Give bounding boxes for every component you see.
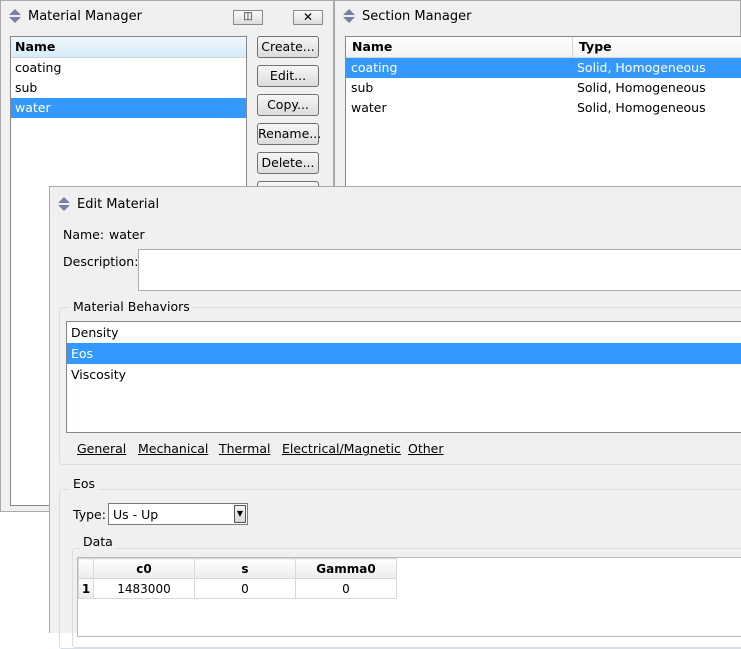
list-item[interactable]: coating [11, 58, 246, 78]
column-header-gamma0[interactable]: Gamma0 [295, 558, 397, 579]
window-title: Material Manager [28, 8, 142, 24]
edit-material-titlebar[interactable]: Edit Material [50, 187, 741, 221]
cell-c0[interactable]: 1483000 [93, 578, 195, 599]
type-select-value: Us - Up [113, 507, 159, 522]
rename-button[interactable]: Rename... [257, 123, 321, 145]
data-label: Data [80, 534, 116, 549]
cell-gamma0[interactable]: 0 [295, 578, 397, 599]
table-row[interactable]: coating Solid, Homogeneous [346, 58, 741, 78]
column-header-s[interactable]: s [194, 558, 296, 579]
tab-other-label: Other [408, 441, 444, 456]
tab-mechanical[interactable]: Mechanical [138, 441, 208, 456]
tab-electrical-magnetic[interactable]: Electrical/Magnetic [282, 441, 401, 456]
name-value: water [109, 227, 145, 242]
column-header-name[interactable]: Name [11, 37, 246, 58]
data-table[interactable]: c0 s Gamma0 1 1483000 0 0 [78, 558, 397, 599]
section-list[interactable]: Name Type coating Solid, Homogeneous sub… [345, 36, 741, 196]
edit-button[interactable]: Edit... [257, 65, 319, 87]
abaqus-arrows-icon [343, 9, 355, 23]
tab-thermal-label: Thermal [219, 441, 271, 456]
table-row[interactable]: water Solid, Homogeneous [346, 98, 741, 118]
close-button[interactable]: ✕ [293, 10, 323, 25]
row-header-corner [78, 558, 94, 579]
copy-button[interactable]: Copy... [257, 94, 319, 116]
delete-button[interactable]: Delete... [257, 152, 319, 174]
eos-label: Eos [70, 476, 99, 491]
table-row[interactable]: 1 1483000 0 0 [78, 578, 397, 599]
material-manager-titlebar[interactable]: Material Manager [1, 1, 333, 31]
section-type: Solid, Homogeneous [577, 100, 706, 115]
list-item[interactable]: water [11, 98, 246, 118]
abaqus-arrows-icon [58, 197, 70, 211]
tab-other[interactable]: Other [408, 441, 444, 456]
section-name: coating [351, 60, 398, 75]
name-label: Name: [63, 227, 105, 242]
tab-mechanical-label: Mechanical [138, 441, 209, 456]
column-header-type[interactable]: Type [573, 37, 612, 57]
restore-button[interactable]: ◫ [233, 10, 263, 25]
section-type: Solid, Homogeneous [577, 80, 706, 95]
dropdown-arrow-icon[interactable]: ▼ [234, 505, 246, 523]
section-manager-window: Section Manager Name Type coating Solid,… [334, 0, 741, 196]
close-icon: ✕ [302, 10, 314, 24]
column-header-name[interactable]: Name [346, 37, 573, 57]
description-field[interactable] [138, 249, 741, 291]
material-behaviors-label: Material Behaviors [70, 299, 193, 314]
section-manager-titlebar[interactable]: Section Manager [335, 1, 740, 31]
row-index: 1 [78, 578, 94, 599]
create-button[interactable]: Create... [257, 36, 319, 58]
list-item[interactable]: sub [11, 78, 246, 98]
tab-general[interactable]: General [77, 441, 126, 456]
tab-general-label: General [77, 441, 127, 456]
type-label: Type: [73, 507, 106, 522]
section-name: water [351, 100, 387, 115]
restore-icon: ◫ [243, 11, 253, 22]
list-item[interactable]: Eos [67, 343, 741, 364]
list-item[interactable]: Density [67, 322, 741, 343]
table-row[interactable]: sub Solid, Homogeneous [346, 78, 741, 98]
column-header-c0[interactable]: c0 [93, 558, 195, 579]
section-name: sub [351, 80, 374, 95]
cell-s[interactable]: 0 [194, 578, 296, 599]
tab-electrical-magnetic-label: Electrical/Magnetic [282, 441, 401, 456]
edit-material-window: Edit Material Name: water Description: M… [49, 186, 741, 649]
abaqus-arrows-icon [9, 9, 21, 23]
section-type: Solid, Homogeneous [577, 60, 706, 75]
behavior-list[interactable]: Density Eos Viscosity [66, 321, 741, 433]
type-select[interactable]: Us - Up ▼ [108, 503, 248, 525]
tab-thermal[interactable]: Thermal [219, 441, 270, 456]
list-item[interactable]: Viscosity [67, 364, 741, 385]
description-label: Description: [63, 254, 139, 269]
window-title: Edit Material [77, 196, 160, 212]
window-title: Section Manager [362, 8, 472, 24]
section-list-header: Name Type [346, 37, 741, 58]
